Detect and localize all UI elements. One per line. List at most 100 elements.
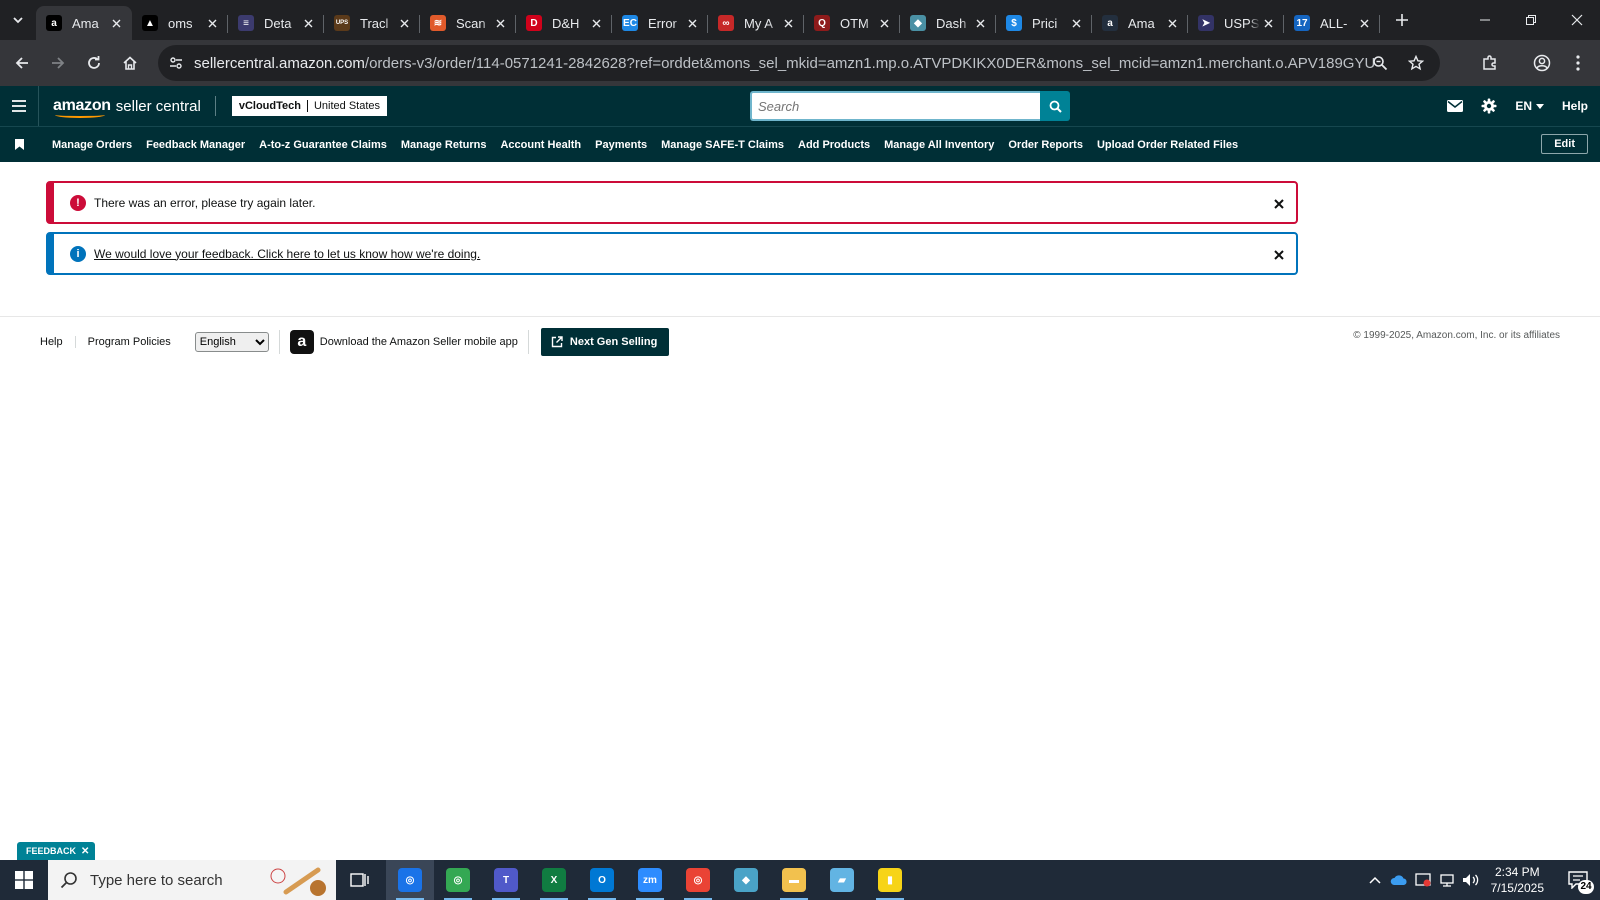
browser-tabs: a Ama ▲ oms ≡ Deta UPS Tracl ≋ Scan D D&H EC Error ∞ My…: [36, 0, 1380, 40]
close-tab-icon[interactable]: [492, 15, 508, 31]
hamburger-menu-icon[interactable]: [0, 86, 38, 126]
nav-link[interactable]: A-to-z Guarantee Claims: [259, 139, 387, 151]
close-tab-icon[interactable]: [1356, 15, 1372, 31]
zoom-icon[interactable]: [1362, 45, 1398, 81]
browser-tab[interactable]: ≡ Deta: [228, 6, 324, 40]
chrome-profile-app[interactable]: ◎: [386, 860, 434, 900]
close-tab-icon[interactable]: [876, 15, 892, 31]
seller-central-logo[interactable]: amazon seller central: [38, 86, 215, 126]
help-link[interactable]: Help: [1562, 99, 1588, 113]
notification-center-icon[interactable]: 24: [1556, 860, 1600, 900]
browser-tab[interactable]: Q OTM: [804, 6, 900, 40]
bookmark-icon[interactable]: [0, 139, 38, 150]
close-feedback-icon[interactable]: ✕: [81, 846, 89, 857]
close-tab-icon[interactable]: [780, 15, 796, 31]
new-tab-plus-icon[interactable]: [1386, 4, 1418, 36]
onedrive-icon[interactable]: [1387, 860, 1411, 900]
mail-icon[interactable]: [1447, 100, 1464, 112]
feedback-link[interactable]: We would love your feedback. Click here …: [94, 247, 480, 261]
browser-tab[interactable]: $ Prici: [996, 6, 1092, 40]
nav-link[interactable]: Manage Returns: [401, 139, 487, 151]
chrome-app[interactable]: ◎: [434, 860, 482, 900]
close-window-icon[interactable]: [1554, 0, 1600, 40]
close-tab-icon[interactable]: [972, 15, 988, 31]
bookmark-star-icon[interactable]: [1398, 45, 1434, 81]
volume-icon[interactable]: [1459, 860, 1483, 900]
feedback-tab[interactable]: FEEDBACK ✕: [17, 842, 96, 860]
program-policies-link[interactable]: Program Policies: [88, 336, 183, 348]
close-tab-icon[interactable]: [108, 15, 124, 31]
profile-avatar-icon[interactable]: [1524, 45, 1560, 81]
account-switcher[interactable]: vCloudTech United States: [231, 96, 388, 116]
tray-chevron-up-icon[interactable]: [1363, 860, 1387, 900]
browser-tab[interactable]: ◆ Dash: [900, 6, 996, 40]
search-button[interactable]: [1040, 91, 1070, 121]
nav-link[interactable]: Add Products: [798, 139, 870, 151]
tab-search-chevron-icon[interactable]: [0, 0, 36, 40]
back-arrow-icon[interactable]: [4, 45, 40, 81]
restore-icon[interactable]: [1508, 0, 1554, 40]
close-tab-icon[interactable]: [300, 15, 316, 31]
next-gen-selling-button[interactable]: Next Gen Selling: [540, 328, 670, 356]
outlook-app[interactable]: O: [578, 860, 626, 900]
close-tab-icon[interactable]: [1260, 15, 1276, 31]
settings-gear-icon[interactable]: [1481, 98, 1497, 114]
close-tab-icon[interactable]: [588, 15, 604, 31]
home-icon[interactable]: [112, 45, 148, 81]
nav-link[interactable]: Upload Order Related Files: [1097, 139, 1238, 151]
teams-app[interactable]: T: [482, 860, 530, 900]
browser-tab[interactable]: ∞ My A: [708, 6, 804, 40]
notes-app[interactable]: ▰: [818, 860, 866, 900]
tab-title: D&H: [552, 15, 580, 31]
reload-icon[interactable]: [76, 45, 112, 81]
browser-tab[interactable]: D D&H: [516, 6, 612, 40]
browser-tab[interactable]: ≋ Scan: [420, 6, 516, 40]
windows-start-icon[interactable]: [0, 860, 48, 900]
taskbar-clock[interactable]: 2:34 PM 7/15/2025: [1491, 864, 1544, 896]
browser-tab[interactable]: 17 ALL-: [1284, 6, 1380, 40]
nav-link[interactable]: Payments: [595, 139, 647, 151]
footer-language-select[interactable]: English: [194, 332, 269, 352]
network-icon[interactable]: [1435, 860, 1459, 900]
minimize-icon[interactable]: [1462, 0, 1508, 40]
nav-link[interactable]: Feedback Manager: [146, 139, 245, 151]
chrome-app-2[interactable]: ◎: [674, 860, 722, 900]
browser-tab[interactable]: EC Error: [612, 6, 708, 40]
nav-link[interactable]: Manage All Inventory: [884, 139, 994, 151]
taskbar-search-box[interactable]: Type here to search: [48, 860, 336, 900]
close-info-alert-icon[interactable]: [1270, 246, 1288, 264]
sticky-notes-app[interactable]: ▮: [866, 860, 914, 900]
edit-nav-button[interactable]: Edit: [1541, 134, 1588, 154]
chrome-profile-app-icon: ◎: [398, 868, 422, 892]
close-error-alert-icon[interactable]: [1270, 195, 1288, 213]
browser-tab[interactable]: a Ama: [36, 6, 132, 40]
excel-app[interactable]: X: [530, 860, 578, 900]
close-tab-icon[interactable]: [1068, 15, 1084, 31]
nav-link[interactable]: Manage Orders: [52, 139, 132, 151]
nav-link[interactable]: Manage SAFE-T Claims: [661, 139, 784, 151]
browser-tab[interactable]: a Ama: [1092, 6, 1188, 40]
nav-link[interactable]: Account Health: [500, 139, 581, 151]
search-input[interactable]: [750, 91, 1040, 121]
extensions-puzzle-icon[interactable]: [1472, 45, 1508, 81]
browser-tab[interactable]: ▲ oms: [132, 6, 228, 40]
footer-help-link[interactable]: Help: [40, 336, 76, 348]
browser-menu-kebab-icon[interactable]: [1560, 45, 1596, 81]
browser-tab[interactable]: UPS Tracl: [324, 6, 420, 40]
nav-link[interactable]: Order Reports: [1008, 139, 1083, 151]
close-tab-icon[interactable]: [204, 15, 220, 31]
address-bar[interactable]: sellercentral.amazon.com/orders-v3/order…: [158, 45, 1440, 81]
file-explorer-app[interactable]: ▬: [770, 860, 818, 900]
forward-arrow-icon[interactable]: [40, 45, 76, 81]
security-shield-icon[interactable]: [1411, 860, 1435, 900]
site-info-icon[interactable]: [158, 55, 194, 71]
close-tab-icon[interactable]: [1164, 15, 1180, 31]
zoom-app[interactable]: zm: [626, 860, 674, 900]
mobile-app-link[interactable]: a Download the Amazon Seller mobile app: [278, 330, 529, 354]
task-view-icon[interactable]: [336, 860, 384, 900]
close-tab-icon[interactable]: [396, 15, 412, 31]
close-tab-icon[interactable]: [684, 15, 700, 31]
language-selector[interactable]: EN: [1515, 99, 1544, 113]
vpn-app[interactable]: ◆: [722, 860, 770, 900]
browser-tab[interactable]: ➤ USPS: [1188, 6, 1284, 40]
